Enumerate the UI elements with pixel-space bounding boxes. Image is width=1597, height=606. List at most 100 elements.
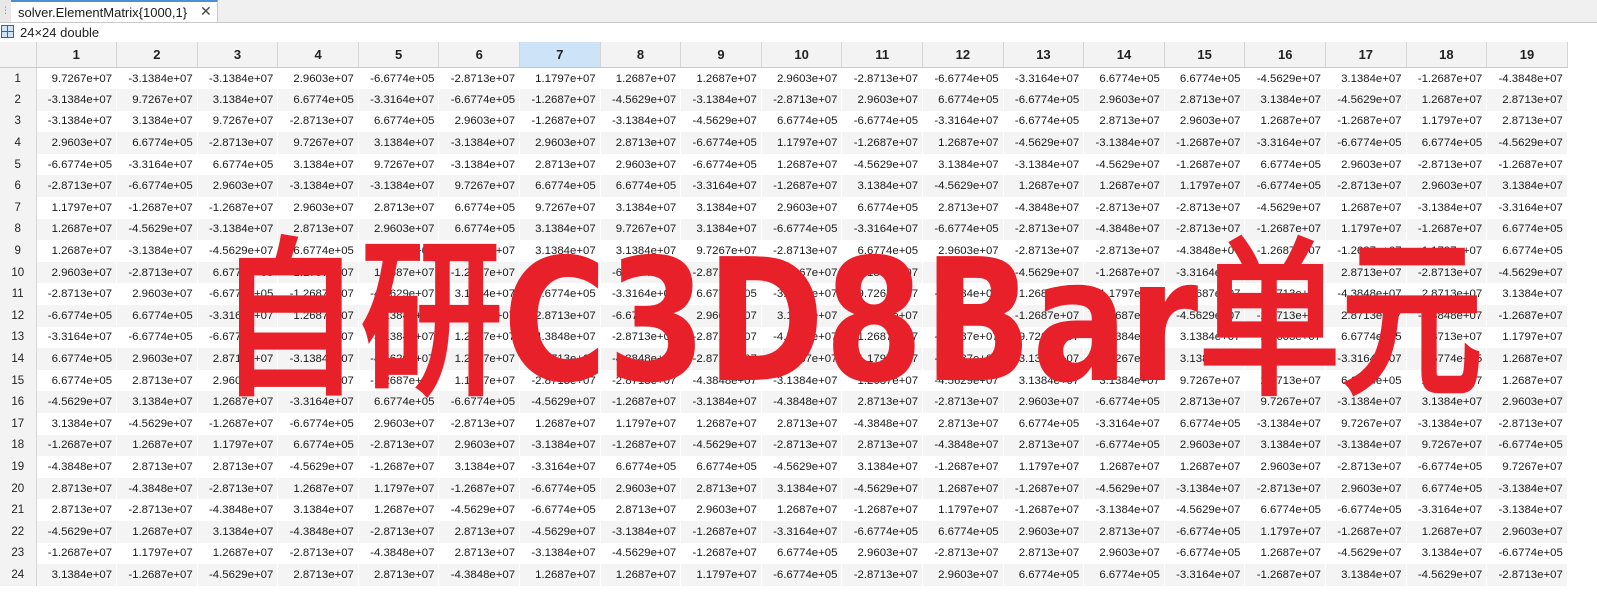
column-header-9[interactable]: 9 bbox=[680, 42, 762, 68]
matrix-cell[interactable]: -2.8713e+07 bbox=[519, 369, 601, 392]
matrix-cell[interactable]: 1.2687e+07 bbox=[1244, 542, 1326, 565]
matrix-cell[interactable]: 6.6774e+05 bbox=[1003, 413, 1084, 435]
row-header[interactable]: 22 bbox=[0, 520, 37, 543]
matrix-cell[interactable]: 2.8713e+07 bbox=[358, 564, 439, 586]
matrix-cell[interactable]: 2.8713e+07 bbox=[1164, 89, 1245, 111]
matrix-cell[interactable]: -2.8713e+07 bbox=[519, 348, 601, 370]
matrix-cell[interactable]: -1.2687e+07 bbox=[438, 261, 520, 284]
row-header[interactable]: 2 bbox=[0, 89, 37, 111]
matrix-cell[interactable]: -2.8713e+07 bbox=[36, 283, 117, 306]
matrix-cell[interactable]: -4.3848e+07 bbox=[519, 326, 601, 349]
matrix-cell[interactable]: 2.9603e+07 bbox=[36, 261, 117, 284]
matrix-cell[interactable]: -1.2687e+07 bbox=[922, 456, 1004, 478]
matrix-cell[interactable]: -2.8713e+07 bbox=[197, 477, 278, 500]
matrix-cell[interactable]: 6.6774e+05 bbox=[1325, 369, 1407, 392]
matrix-cell[interactable]: -3.1384e+07 bbox=[1244, 413, 1326, 435]
matrix-cell[interactable]: 3.1384e+07 bbox=[841, 456, 923, 478]
column-header-3[interactable]: 3 bbox=[197, 42, 279, 68]
matrix-cell[interactable]: -3.1384e+07 bbox=[36, 89, 117, 111]
matrix-cell[interactable]: 1.2687e+07 bbox=[841, 326, 923, 349]
matrix-cell[interactable]: 6.6774e+05 bbox=[1164, 413, 1245, 435]
row-header[interactable]: 21 bbox=[0, 499, 37, 521]
matrix-cell[interactable]: -3.3164e+07 bbox=[761, 520, 842, 543]
matrix-cell[interactable]: 3.1384e+07 bbox=[1486, 283, 1568, 306]
matrix-cell[interactable]: -4.5629e+07 bbox=[1244, 197, 1326, 219]
matrix-cell[interactable]: 2.9603e+07 bbox=[277, 67, 359, 90]
matrix-cell[interactable]: 2.8713e+07 bbox=[116, 369, 198, 392]
matrix-cell[interactable]: -1.2687e+07 bbox=[197, 197, 278, 219]
matrix-cell[interactable]: -4.5629e+07 bbox=[197, 240, 278, 262]
column-header-5[interactable]: 5 bbox=[358, 42, 440, 68]
matrix-cell[interactable]: 3.1384e+07 bbox=[519, 240, 601, 262]
matrix-cell[interactable]: 6.6774e+05 bbox=[36, 369, 117, 392]
matrix-cell[interactable]: 6.6774e+05 bbox=[1164, 67, 1245, 90]
matrix-cell[interactable]: 2.9603e+07 bbox=[197, 369, 278, 392]
matrix-cell[interactable]: -2.8713e+07 bbox=[1325, 456, 1407, 478]
matrix-cell[interactable]: -1.2687e+07 bbox=[1325, 110, 1407, 133]
matrix-cell[interactable]: -4.3848e+07 bbox=[36, 456, 117, 478]
matrix-cell[interactable]: 2.9603e+07 bbox=[1486, 391, 1568, 413]
matrix-cell[interactable]: -4.5629e+07 bbox=[116, 413, 198, 435]
matrix-cell[interactable]: 9.7267e+07 bbox=[841, 283, 923, 306]
matrix-cell[interactable]: 2.9603e+07 bbox=[277, 197, 359, 219]
matrix-cell[interactable]: 3.1384e+07 bbox=[1406, 391, 1487, 413]
matrix-cell[interactable]: -4.3848e+07 bbox=[1003, 197, 1084, 219]
matrix-cell[interactable]: 3.1384e+07 bbox=[680, 197, 762, 219]
matrix-cell[interactable]: -3.3164e+07 bbox=[1486, 197, 1568, 219]
matrix-cell[interactable]: 1.2687e+07 bbox=[1003, 283, 1084, 306]
matrix-cell[interactable]: -6.6774e+05 bbox=[36, 153, 117, 176]
variable-tab[interactable]: solver.ElementMatrix{1000,1} ✕ bbox=[11, 0, 218, 22]
matrix-cell[interactable]: 2.8713e+07 bbox=[197, 348, 278, 370]
matrix-cell[interactable]: 2.9603e+07 bbox=[600, 477, 681, 500]
matrix-cell[interactable]: -6.6774e+05 bbox=[600, 305, 681, 327]
matrix-cell[interactable]: -3.3164e+07 bbox=[197, 305, 278, 327]
matrix-cell[interactable]: -3.1384e+07 bbox=[519, 542, 601, 565]
column-header-2[interactable]: 2 bbox=[116, 42, 198, 68]
matrix-cell[interactable]: 6.6774e+05 bbox=[277, 89, 359, 111]
matrix-cell[interactable]: -4.3848e+07 bbox=[761, 391, 842, 413]
matrix-cell[interactable]: -1.2687e+07 bbox=[358, 456, 439, 478]
matrix-cell[interactable]: 1.2687e+07 bbox=[116, 520, 198, 543]
matrix-cell[interactable]: 1.2687e+07 bbox=[1406, 89, 1487, 111]
matrix-cell[interactable]: 2.8713e+07 bbox=[1486, 89, 1568, 111]
matrix-cell[interactable]: -1.2687e+07 bbox=[1325, 520, 1407, 543]
row-header[interactable]: 7 bbox=[0, 197, 37, 219]
matrix-cell[interactable]: -2.8713e+07 bbox=[841, 67, 923, 90]
matrix-cell[interactable]: 2.9603e+07 bbox=[1325, 153, 1407, 176]
row-header[interactable]: 5 bbox=[0, 153, 37, 176]
matrix-cell[interactable]: 1.2687e+07 bbox=[1486, 348, 1568, 370]
matrix-cell[interactable]: 2.8713e+07 bbox=[277, 218, 359, 241]
matrix-cell[interactable]: -1.2687e+07 bbox=[600, 434, 681, 457]
row-header[interactable]: 12 bbox=[0, 305, 37, 327]
matrix-cell[interactable]: -3.3164e+07 bbox=[1003, 67, 1084, 90]
matrix-cell[interactable]: 1.1797e+07 bbox=[1325, 218, 1407, 241]
matrix-cell[interactable]: -4.3848e+07 bbox=[277, 520, 359, 543]
matrix-cell[interactable]: -1.2687e+07 bbox=[277, 369, 359, 392]
matrix-cell[interactable]: 2.9603e+07 bbox=[1164, 110, 1245, 133]
matrix-cell[interactable]: -2.8713e+07 bbox=[761, 89, 842, 111]
matrix-cell[interactable]: 6.6774e+05 bbox=[1325, 326, 1407, 349]
matrix-cell[interactable]: -4.5629e+07 bbox=[1244, 67, 1326, 90]
matrix-cell[interactable]: -4.5629e+07 bbox=[438, 499, 520, 521]
matrix-cell[interactable]: 1.2687e+07 bbox=[680, 67, 762, 90]
matrix-cell[interactable]: 9.7267e+07 bbox=[1325, 413, 1407, 435]
matrix-cell[interactable]: 2.9603e+07 bbox=[1003, 520, 1084, 543]
matrix-cell[interactable]: 1.2687e+07 bbox=[36, 218, 117, 241]
matrix-cell[interactable]: 2.9603e+07 bbox=[1164, 434, 1245, 457]
matrix-cell[interactable]: -6.6774e+05 bbox=[922, 218, 1004, 241]
matrix-cell[interactable]: -4.5629e+07 bbox=[277, 456, 359, 478]
matrix-cell[interactable]: 6.6774e+05 bbox=[841, 240, 923, 262]
matrix-cell[interactable]: 1.1797e+07 bbox=[36, 197, 117, 219]
matrix-cell[interactable]: 6.6774e+05 bbox=[1406, 348, 1487, 370]
matrix-cell[interactable]: -3.3164e+07 bbox=[680, 175, 762, 198]
matrix-cell[interactable]: 2.9603e+07 bbox=[1244, 326, 1326, 349]
matrix-cell[interactable]: 1.1797e+07 bbox=[1164, 175, 1245, 198]
matrix-cell[interactable]: 6.6774e+05 bbox=[841, 197, 923, 219]
column-header-12[interactable]: 12 bbox=[922, 42, 1004, 68]
matrix-cell[interactable]: -1.2687e+07 bbox=[519, 110, 601, 133]
matrix-cell[interactable]: -6.6774e+05 bbox=[36, 305, 117, 327]
matrix-cell[interactable]: -4.5629e+07 bbox=[841, 477, 923, 500]
matrix-cell[interactable]: 6.6774e+05 bbox=[1244, 499, 1326, 521]
matrix-cell[interactable]: -3.1384e+07 bbox=[116, 240, 198, 262]
matrix-cell[interactable]: 3.1384e+07 bbox=[1244, 434, 1326, 457]
